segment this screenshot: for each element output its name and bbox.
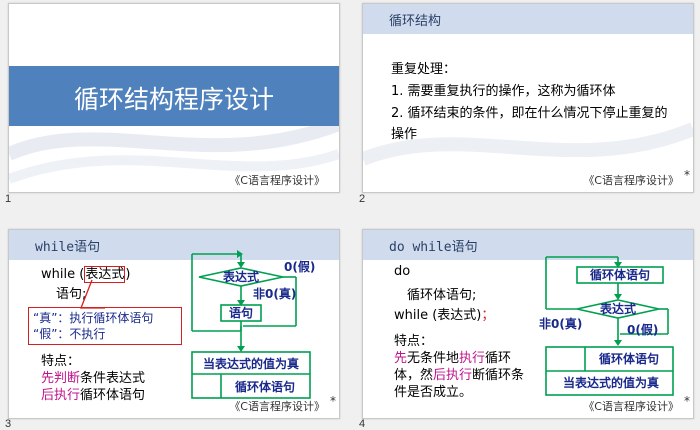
flow-true-label: 非0(真) (253, 286, 296, 301)
while-flowchart: 表达式 0(假) 非0(真) 语句 当表达式的值为真 循环体语句 (191, 250, 315, 399)
body-line: 重复处理： (391, 62, 457, 77)
slide-3[interactable]: while语句 while (表达式) 语句; “真”：执行循环体语句 “假”：… (8, 229, 340, 419)
slide-number: 3 (5, 418, 12, 430)
flow-statement: 循环体语句 (590, 267, 650, 282)
nsd-body: 循环体语句 (599, 351, 659, 366)
slide-footer: 《C语言程序设计》 (583, 400, 679, 413)
slide-title: 循环结构程序设计 (73, 85, 274, 114)
flow-true-label: 非0(真) (539, 316, 582, 331)
slide-star: * (684, 394, 690, 408)
slide-2[interactable]: 循环结构 重复处理： 1. 需要重复执行的操作，这称为循环体 2. 循环结束的条… (362, 3, 694, 193)
slide-heading: 循环结构 (389, 14, 442, 29)
slide-number: 1 (5, 193, 12, 205)
body-line: 2. 循环结束的条件，即在什么情况下停止重复的 (391, 106, 668, 121)
slide-star: * (684, 168, 690, 182)
slide-1[interactable]: 循环结构程序设计 《C语言程序设计》 (8, 3, 340, 193)
slide-footer: 《C语言程序设计》 (229, 400, 325, 413)
flow-condition: 表达式 (599, 301, 636, 316)
flow-condition: 表达式 (222, 269, 259, 284)
nsd-condition: 当表达式的值为真 (563, 375, 659, 390)
flow-statement: 语句 (229, 305, 253, 320)
do-while-flowchart: 循环体语句 表达式 非0(真) 0(假) 循环体语句 当表达式的值为真 (539, 256, 674, 396)
slide-number: 4 (359, 418, 366, 430)
slide-footer: 《C语言程序设计》 (229, 174, 325, 187)
flow-false-label: 0(假) (627, 322, 658, 337)
slide-4[interactable]: do while语句 do 循环体语句; while (表达式)； 特点： 先无… (362, 229, 694, 419)
nsd-condition: 当表达式的值为真 (203, 356, 299, 371)
flow-false-label: 0(假) (284, 259, 315, 274)
body-line: 操作 (391, 127, 418, 142)
slide-number: 2 (359, 193, 366, 205)
nsd-body: 循环体语句 (235, 379, 295, 394)
slide-star: * (330, 394, 336, 408)
slide-footer: 《C语言程序设计》 (583, 174, 679, 187)
body-line: 1. 需要重复执行的操作，这称为循环体 (391, 84, 616, 99)
